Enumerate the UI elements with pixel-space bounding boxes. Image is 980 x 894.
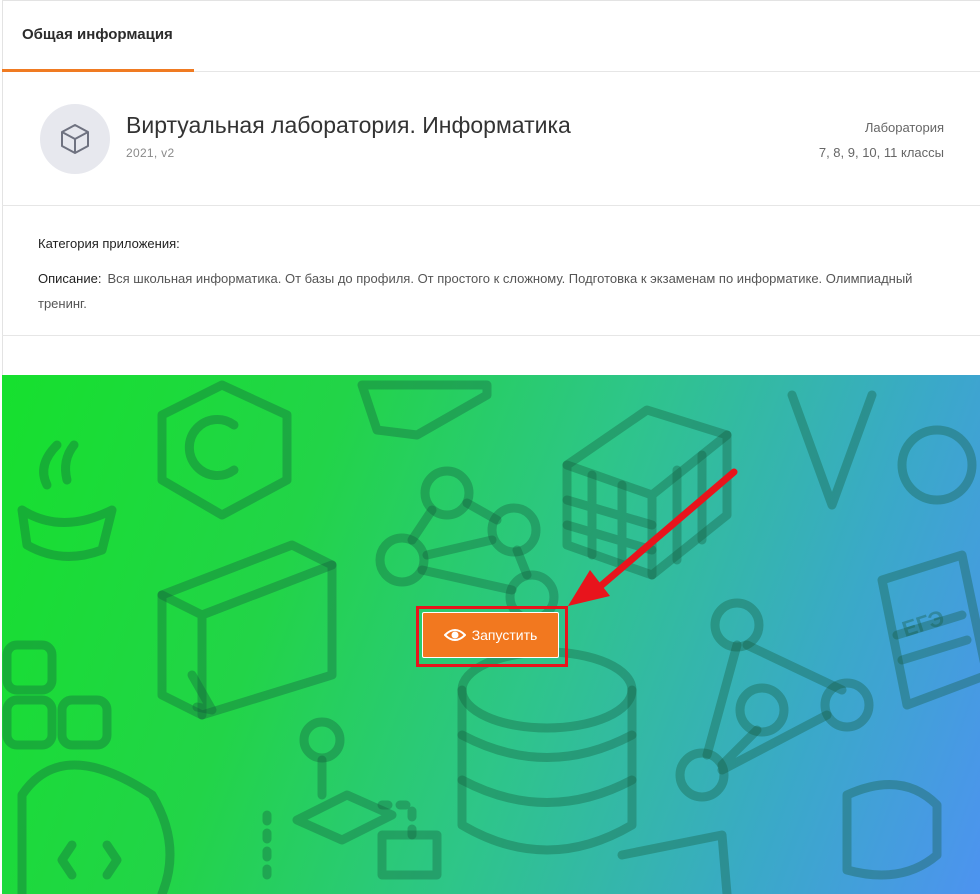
exam-text: ЕГЭ <box>899 605 947 642</box>
launch-button[interactable]: Запустить <box>422 612 559 658</box>
launch-label: Запустить <box>471 627 538 643</box>
category-label: Категория приложения: <box>38 236 180 251</box>
description: Описание: Вся школьная информатика. От ба… <box>38 266 918 316</box>
app-type: Лаборатория <box>864 120 944 135</box>
tab-label: Общая информация <box>22 26 173 43</box>
app-version: 2021, v2 <box>126 146 175 160</box>
app-title: Виртуальная лаборатория. Информатика <box>126 112 571 138</box>
launch-banner: ЕГЭ Запустить <box>2 375 980 894</box>
cube-icon <box>40 104 110 174</box>
description-text: Вся школьная информатика. От базы до про… <box>38 271 913 311</box>
eye-icon <box>443 628 466 642</box>
tab-general-info[interactable]: Общая информация <box>2 0 194 72</box>
app-header: Виртуальная лаборатория. Информатика 202… <box>2 72 980 206</box>
app-info: Категория приложения: Описание: Вся школь… <box>2 206 980 336</box>
tab-bar: Общая информация <box>2 0 980 72</box>
app-grades: 7, 8, 9, 10, 11 классы <box>818 145 944 160</box>
description-label: Описание: <box>38 271 102 286</box>
